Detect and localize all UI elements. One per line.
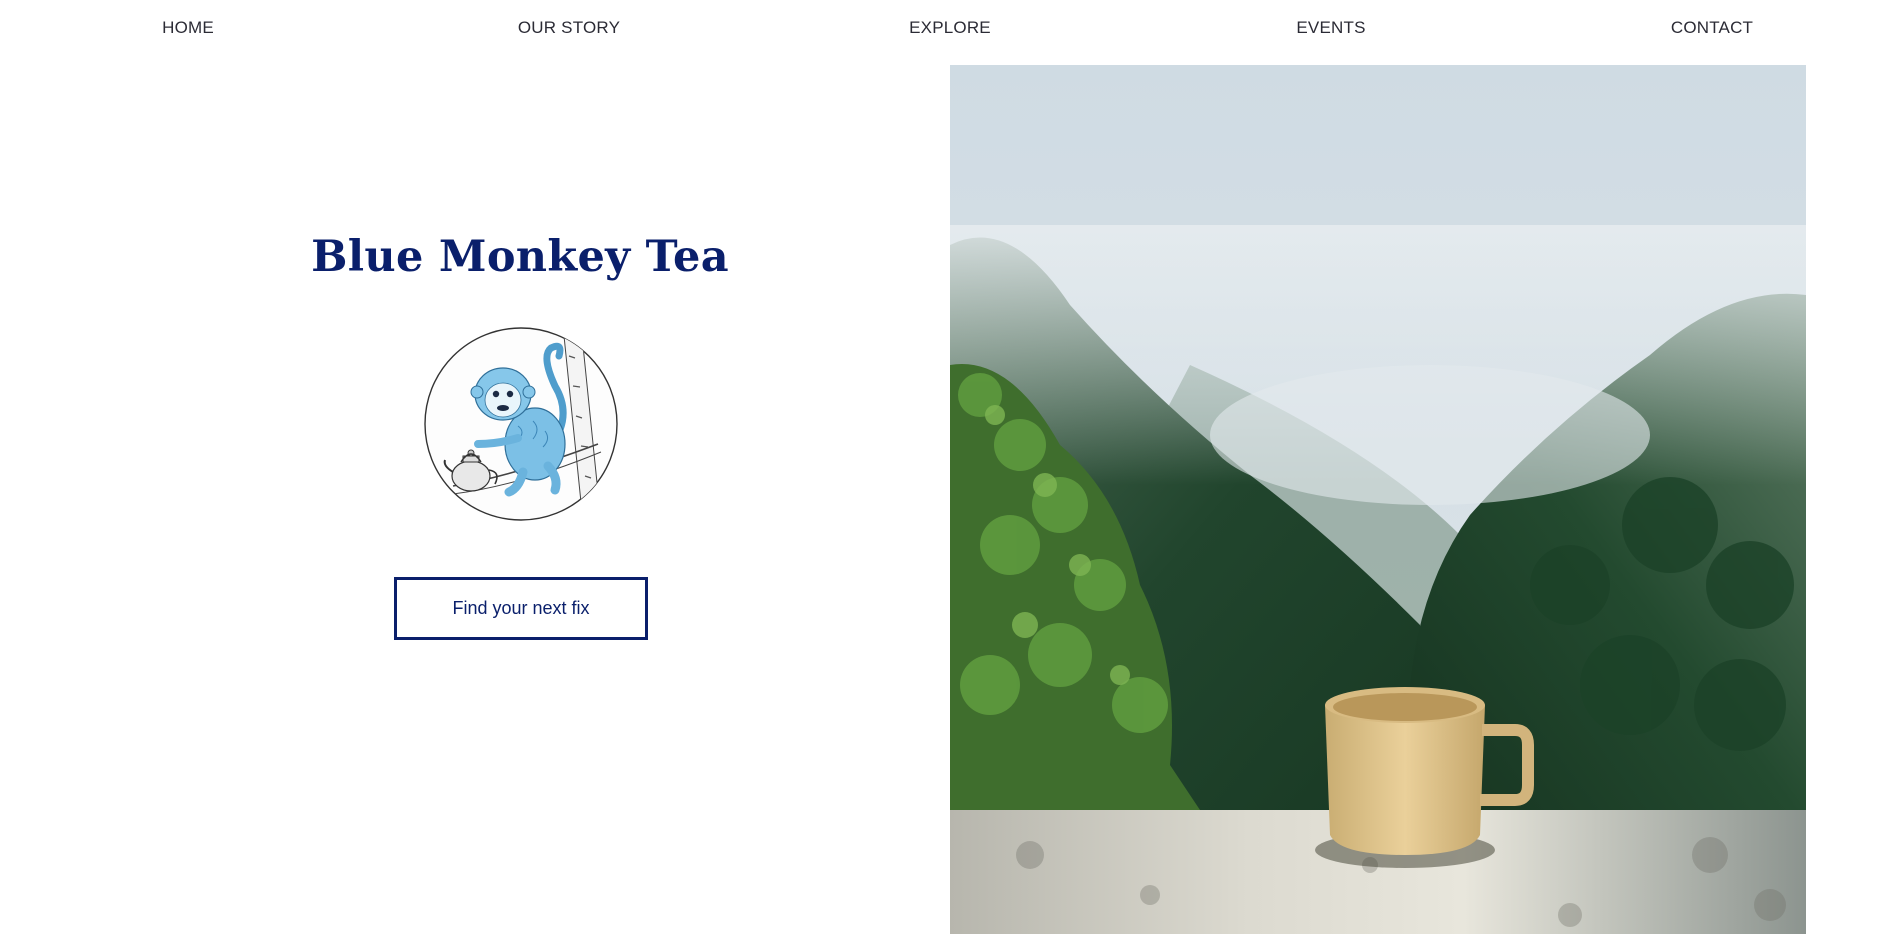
page-title: Blue Monkey Tea [311, 232, 729, 282]
monkey-logo-icon [423, 326, 619, 522]
nav-home[interactable]: HOME [162, 18, 214, 38]
nav-explore[interactable]: EXPLORE [909, 18, 991, 38]
nav-our-story[interactable]: OUR STORY [518, 18, 620, 38]
find-next-fix-button[interactable]: Find your next fix [394, 577, 648, 640]
nav-contact[interactable]: CONTACT [1671, 18, 1753, 38]
top-navigation: HOME OUR STORY EXPLORE EVENTS CONTACT [0, 0, 1888, 56]
nav-events[interactable]: EVENTS [1296, 18, 1365, 38]
hero-photo-misty-valley-tea-cup [950, 65, 1806, 934]
